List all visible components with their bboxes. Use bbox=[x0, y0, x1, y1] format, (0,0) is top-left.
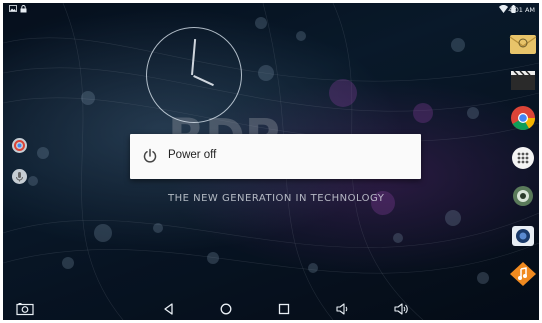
clock-hour-hand bbox=[193, 75, 214, 87]
app-drawer-icon[interactable] bbox=[508, 145, 538, 171]
navigation-bar bbox=[3, 298, 539, 320]
chrome-icon[interactable] bbox=[508, 105, 538, 131]
lock-notification-icon bbox=[20, 5, 27, 15]
camera-lens-icon[interactable] bbox=[508, 183, 538, 209]
wallpaper-tagline: THE NEW GENERATION IN TECHNOLOGY bbox=[168, 193, 385, 204]
video-icon[interactable] bbox=[508, 67, 538, 93]
clock-minute-hand bbox=[191, 38, 197, 75]
power-menu-dialog: Power off bbox=[130, 134, 421, 179]
analog-clock-widget[interactable] bbox=[146, 27, 242, 123]
image-notification-icon bbox=[9, 5, 17, 14]
camera-icon[interactable] bbox=[508, 223, 538, 249]
power-off-label: Power off bbox=[168, 149, 217, 161]
music-icon[interactable] bbox=[508, 261, 538, 287]
power-off-option[interactable]: Power off bbox=[130, 134, 421, 179]
email-icon[interactable] bbox=[508, 31, 538, 57]
status-bar: 4:01 AM bbox=[3, 3, 539, 17]
chrome-icon[interactable] bbox=[12, 138, 27, 153]
back-icon[interactable] bbox=[161, 301, 177, 317]
wifi-icon bbox=[499, 4, 508, 15]
microphone-icon[interactable] bbox=[12, 169, 27, 184]
volume-down-icon[interactable] bbox=[335, 301, 351, 317]
volume-up-icon[interactable] bbox=[393, 301, 409, 317]
screenshot-icon[interactable] bbox=[16, 301, 34, 317]
power-icon bbox=[142, 148, 158, 164]
home-icon[interactable] bbox=[218, 301, 234, 317]
android-home-screen: RDP 4:01 AM bbox=[3, 3, 539, 320]
status-time: 4:01 AM bbox=[508, 6, 535, 14]
recents-icon[interactable] bbox=[276, 301, 292, 317]
